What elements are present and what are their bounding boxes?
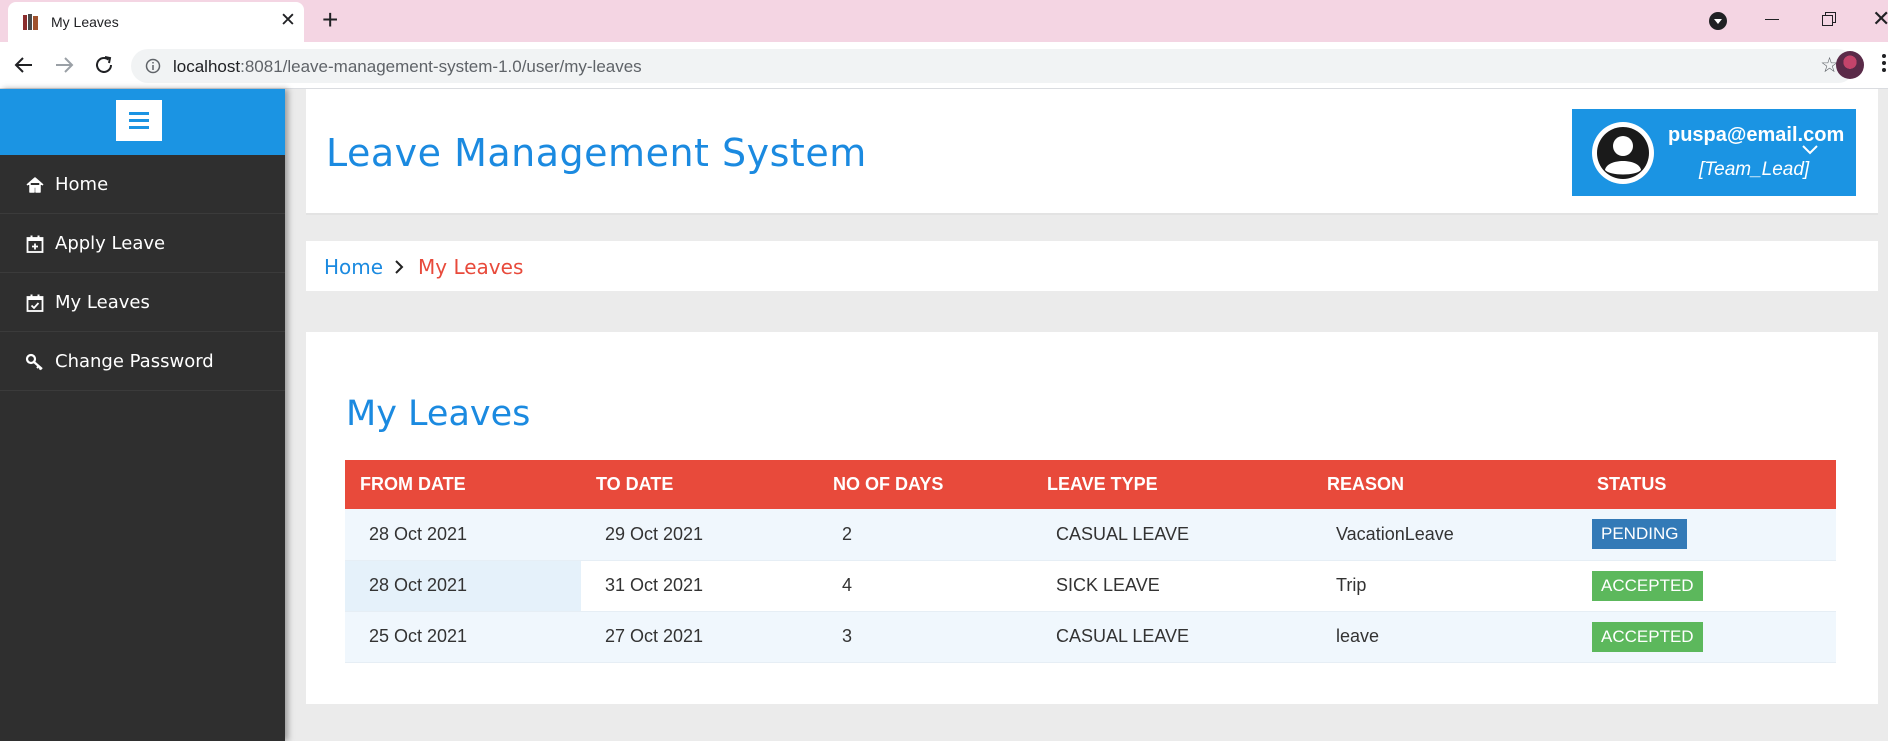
column-header-leave-type: LEAVE TYPE	[1032, 460, 1312, 509]
status-cell: ACCEPTED	[1582, 560, 1836, 612]
from-date-cell: 28 Oct 2021	[345, 509, 581, 561]
to-date-cell: 29 Oct 2021	[581, 509, 818, 561]
section-title: My Leaves	[346, 394, 531, 434]
new-tab-icon[interactable]: +	[322, 6, 338, 34]
column-header-reason: REASON	[1312, 460, 1582, 509]
user-email: puspa@email.com	[1668, 124, 1845, 146]
chevron-down-icon[interactable]	[1802, 145, 1818, 155]
sidebar-item-label: My Leaves	[55, 292, 150, 313]
address-bar[interactable]: localhost:8081/leave-management-system-1…	[131, 49, 1855, 83]
browser-tab-strip: My Leaves ✕ + ✕	[0, 0, 1888, 42]
days-cell: 3	[818, 611, 1032, 663]
table-header-row: FROM DATE TO DATE NO OF DAYS LEAVE TYPE …	[345, 460, 1836, 509]
sidebar-item-apply-leave[interactable]: Apply Leave	[0, 214, 285, 273]
site-info-icon[interactable]	[145, 58, 161, 74]
url-path: :8081/leave-management-system-1.0/user/m…	[240, 57, 642, 76]
reason-cell: Trip	[1312, 560, 1582, 612]
browser-toolbar: localhost:8081/leave-management-system-1…	[0, 42, 1888, 89]
status-badge: ACCEPTED	[1592, 621, 1703, 652]
close-window-icon[interactable]: ✕	[1872, 6, 1888, 32]
sidebar-item-label: Apply Leave	[55, 233, 166, 254]
to-date-cell: 31 Oct 2021	[581, 560, 818, 612]
restore-window-icon[interactable]	[1822, 12, 1836, 26]
status-badge: PENDING	[1592, 519, 1688, 550]
url-text: localhost:8081/leave-management-system-1…	[173, 57, 642, 77]
column-header-status: STATUS	[1582, 460, 1836, 509]
table-row: 28 Oct 2021 31 Oct 2021 4 SICK LEAVE Tri…	[345, 560, 1836, 612]
from-date-cell: 25 Oct 2021	[345, 611, 581, 663]
tab-title: My Leaves	[51, 14, 119, 30]
menu-toggle-button[interactable]	[116, 100, 162, 141]
url-host: localhost	[173, 57, 241, 76]
page-header: Leave Management System puspa@email.com …	[306, 89, 1878, 215]
key-icon	[25, 353, 43, 371]
calendar-check-icon	[26, 294, 44, 312]
to-date-cell: 27 Oct 2021	[581, 611, 818, 663]
table-row: 28 Oct 2021 29 Oct 2021 2 CASUAL LEAVE V…	[345, 509, 1836, 561]
profile-avatar[interactable]	[1836, 51, 1864, 79]
chevron-right-icon	[395, 260, 404, 274]
browser-menu-icon[interactable]	[1882, 54, 1886, 75]
sidebar-item-label: Home	[55, 174, 109, 195]
breadcrumb-current: My Leaves	[418, 255, 524, 279]
breadcrumb-home-link[interactable]: Home	[324, 255, 383, 279]
minimize-icon[interactable]	[1765, 19, 1779, 20]
sidebar-item-label: Change Password	[55, 351, 214, 372]
leaves-table: FROM DATE TO DATE NO OF DAYS LEAVE TYPE …	[345, 460, 1836, 663]
user-avatar-icon	[1592, 122, 1654, 184]
content-panel: My Leaves FROM DATE TO DATE NO OF DAYS L…	[306, 332, 1878, 704]
app-title: Leave Management System	[326, 131, 867, 175]
sidebar-item-my-leaves[interactable]: My Leaves	[0, 273, 285, 332]
days-cell: 4	[818, 560, 1032, 612]
user-role: [Team_Lead]	[1699, 159, 1810, 180]
status-badge: ACCEPTED	[1592, 570, 1703, 601]
calendar-plus-icon	[26, 235, 44, 253]
status-cell: PENDING	[1582, 509, 1836, 561]
breadcrumb: Home My Leaves	[306, 241, 1878, 291]
days-cell: 2	[818, 509, 1032, 561]
reload-icon[interactable]	[92, 53, 116, 77]
tab-search-icon[interactable]	[1709, 12, 1727, 30]
books-favicon-icon	[23, 14, 38, 30]
user-menu[interactable]: puspa@email.com [Team_Lead]	[1572, 109, 1856, 196]
forward-arrow-icon[interactable]	[52, 53, 76, 77]
tab-close-icon[interactable]: ✕	[280, 11, 296, 31]
sidebar-header	[0, 89, 285, 155]
reason-cell: leave	[1312, 611, 1582, 663]
leave-type-cell: CASUAL LEAVE	[1032, 611, 1312, 663]
reason-cell: VacationLeave	[1312, 509, 1582, 561]
back-arrow-icon[interactable]	[12, 53, 36, 77]
from-date-cell: 28 Oct 2021	[345, 560, 581, 612]
status-cell: ACCEPTED	[1582, 611, 1836, 663]
browser-tab[interactable]: My Leaves ✕	[8, 2, 304, 42]
column-header-no-of-days: NO OF DAYS	[818, 460, 1032, 509]
leave-type-cell: CASUAL LEAVE	[1032, 509, 1312, 561]
table-row: 25 Oct 2021 27 Oct 2021 3 CASUAL LEAVE l…	[345, 611, 1836, 663]
home-icon	[26, 177, 44, 193]
sidebar-item-home[interactable]: Home	[0, 155, 285, 214]
column-header-from-date: FROM DATE	[345, 460, 581, 509]
leave-type-cell: SICK LEAVE	[1032, 560, 1312, 612]
sidebar: Home Apply Leave My Leaves Change Passwo…	[0, 89, 285, 741]
column-header-to-date: TO DATE	[581, 460, 818, 509]
sidebar-item-change-password[interactable]: Change Password	[0, 332, 285, 391]
